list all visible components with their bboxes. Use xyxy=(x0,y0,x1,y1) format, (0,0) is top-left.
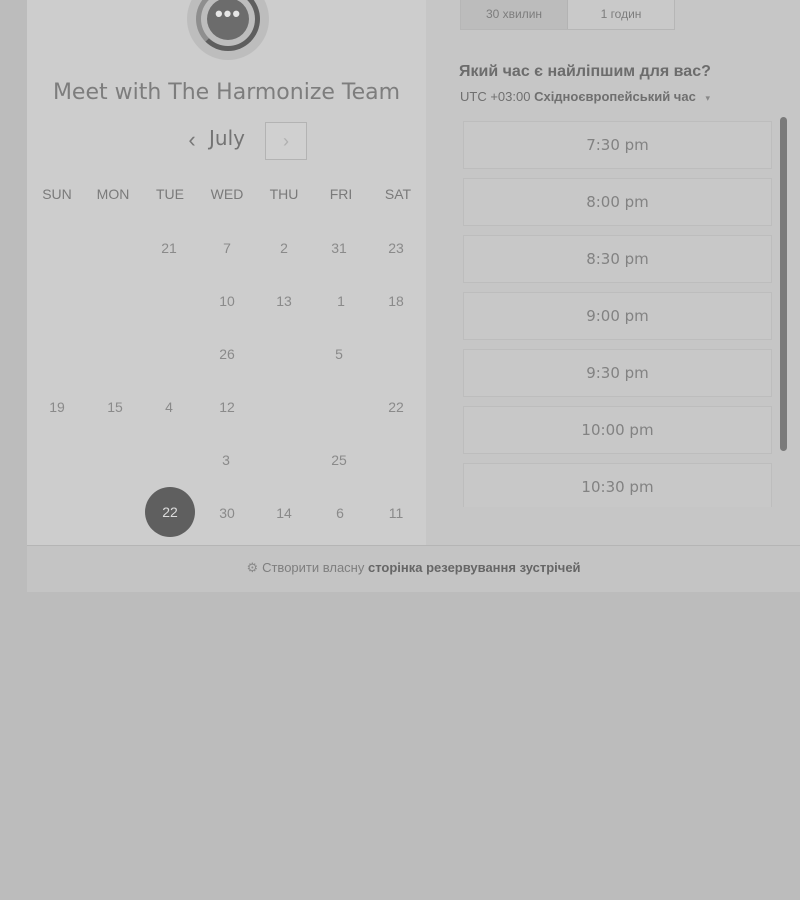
calendar-day[interactable]: 7 xyxy=(207,240,247,256)
footer-prefix: Створити власну xyxy=(262,560,365,575)
calendar-day[interactable]: 22 xyxy=(376,399,416,415)
calendar-day[interactable]: 2 xyxy=(264,240,304,256)
calendar-day[interactable]: 5 xyxy=(319,346,359,362)
calendar-day-selected[interactable]: 22 xyxy=(145,487,195,537)
chevron-down-icon: ▾ xyxy=(705,93,710,103)
time-slot-list: 7:30 pm 8:00 pm 8:30 pm 9:00 pm 9:30 pm … xyxy=(462,120,774,507)
duration-toggle: 30 хвилин 1 годин xyxy=(460,0,675,30)
calendar-day[interactable]: 14 xyxy=(264,505,304,521)
month-navigation: ‹ July › xyxy=(27,120,426,162)
footer-link[interactable]: сторінка резервування зустрічей xyxy=(368,560,581,575)
calendar-day[interactable]: 18 xyxy=(376,293,416,309)
timezone-select[interactable]: UTC +03:00 Східноєвропейський час ▾ xyxy=(460,89,710,104)
sprocket-icon: ⚙ xyxy=(246,560,259,575)
time-slot[interactable]: 8:30 pm xyxy=(463,235,772,283)
weekday-tue: TUE xyxy=(156,186,184,202)
weekday-thu: THU xyxy=(269,186,299,202)
calendar-day[interactable]: 31 xyxy=(319,240,359,256)
calendar-day[interactable]: 12 xyxy=(207,399,247,415)
duration-30-button[interactable]: 30 хвилин xyxy=(461,0,568,29)
calendar-day[interactable]: 26 xyxy=(207,346,247,362)
time-slot[interactable]: 7:30 pm xyxy=(463,121,772,169)
weekday-wed: WED xyxy=(210,186,244,202)
weekday-fri: FRI xyxy=(329,186,353,202)
page-title: Meet with The Harmonize Team xyxy=(52,80,401,105)
calendar-day[interactable]: 21 xyxy=(149,240,189,256)
time-slot-scrollbar[interactable] xyxy=(780,117,787,451)
weekday-sat: SAT xyxy=(384,186,412,202)
calendar-day[interactable]: 3 xyxy=(206,452,246,468)
calendar-day[interactable]: 23 xyxy=(376,240,416,256)
calendar-day[interactable]: 4 xyxy=(149,399,189,415)
calendar-day[interactable]: 13 xyxy=(264,293,304,309)
time-slot[interactable]: 9:00 pm xyxy=(463,292,772,340)
calendar-day[interactable]: 11 xyxy=(376,505,416,521)
footer-create-link[interactable]: ⚙ Створити власну сторінка резервування з… xyxy=(27,545,800,592)
time-slot[interactable]: 8:00 pm xyxy=(463,178,772,226)
time-slot[interactable]: 10:30 pm xyxy=(463,463,772,507)
duration-60-button[interactable]: 1 годин xyxy=(568,0,674,29)
time-slot[interactable]: 9:30 pm xyxy=(463,349,772,397)
calendar-day[interactable]: 6 xyxy=(320,505,360,521)
calendar-day[interactable]: 10 xyxy=(207,293,247,309)
month-label: July xyxy=(209,126,245,150)
weekday-sun: SUN xyxy=(42,186,72,202)
time-slot[interactable]: 10:00 pm xyxy=(463,406,772,454)
timezone-name: Східноєвропейський час xyxy=(534,89,696,104)
time-heading: Який час є найліпшим для вас? xyxy=(459,63,711,80)
timezone-offset: UTC +03:00 xyxy=(460,89,531,104)
calendar-day[interactable]: 30 xyxy=(207,505,247,521)
calendar-day[interactable]: 1 xyxy=(321,293,361,309)
calendar-day[interactable]: 15 xyxy=(95,399,135,415)
calendar-day[interactable]: 19 xyxy=(37,399,77,415)
weekday-mon: MON xyxy=(96,186,130,202)
calendar-day[interactable]: 25 xyxy=(319,452,359,468)
next-month-button[interactable]: › xyxy=(265,122,307,160)
chat-bubble-icon: ••• xyxy=(207,0,249,40)
